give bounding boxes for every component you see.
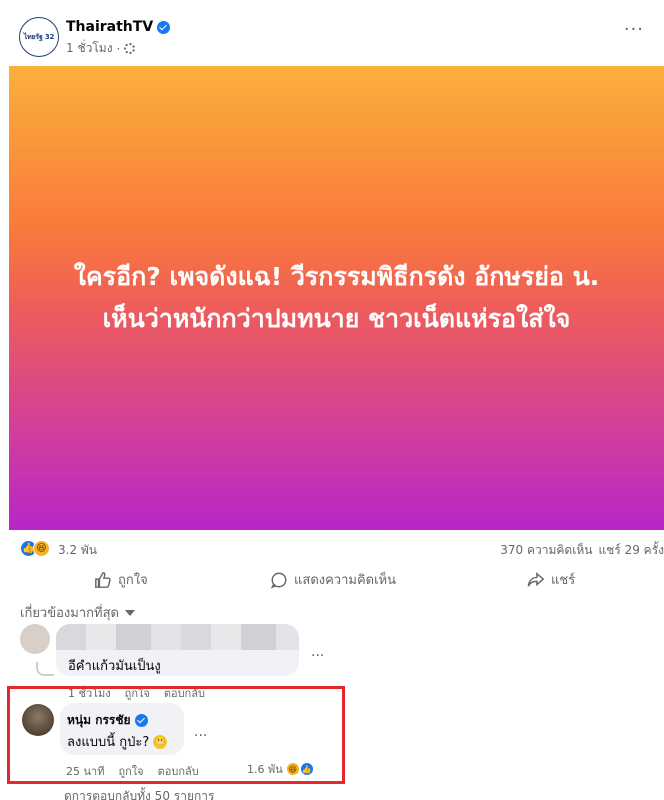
haha-reaction-icon: 😆 (33, 540, 50, 557)
comment-time[interactable]: 25 นาที (66, 762, 104, 780)
comment-sort-dropdown[interactable]: เกี่ยวข้องมากที่สุด (20, 602, 135, 623)
comment-bubble: อีคำแก้วมันเป็นงู (56, 624, 299, 676)
comment-count[interactable]: 370 ความคิดเห็น (500, 541, 592, 560)
comment-button-label: แสดงความคิดเห็น (294, 573, 397, 588)
audience-icon (124, 43, 136, 54)
comment-like-link[interactable]: ถูกใจ (118, 762, 143, 780)
verified-icon (157, 20, 171, 34)
meta-separator: · (116, 41, 121, 56)
post-meta: 1 ชั่วโมง · (66, 39, 136, 58)
chevron-down-icon (124, 609, 135, 616)
share-button[interactable]: แชร์ (527, 569, 575, 590)
like-button-label: ถูกใจ (118, 573, 148, 588)
headline-line-1: ใครอีก? เพจดังแฉ! วีรกรรมพิธีกรดัง อักษร… (73, 262, 600, 291)
post-actions: ถูกใจ แสดงความคิดเห็น แชร์ (0, 564, 664, 594)
post-stats: 👍 😆 3.2 พัน 370 ความคิดเห็น แชร์ 29 ครั้… (0, 534, 664, 564)
comment-text: อีคำแก้วมันเป็นงู (68, 659, 161, 674)
view-replies-link[interactable]: ดูการตอบกลับทั้ง 50 รายการ (64, 787, 214, 800)
comment-author-name[interactable]: หนุ่ม กรรชัย (67, 711, 131, 730)
headline-line-2: เห็นว่าหนักกว่าปมทนาย ชาวเน็ตแห่รอใส่ใจ (102, 304, 571, 333)
share-icon (527, 571, 545, 587)
like-button[interactable]: ถูกใจ (94, 569, 148, 590)
reaction-icons[interactable]: 👍 😆 (20, 540, 50, 557)
comment-avatar[interactable] (20, 624, 50, 654)
post-headline: ใครอีก? เพจดังแฉ! วีรกรรมพิธีกรดัง อักษร… (54, 256, 619, 340)
comment-icon (270, 572, 287, 589)
comment-sort-label: เกี่ยวข้องมากที่สุด (20, 606, 119, 621)
more-options-icon[interactable]: ··· (624, 21, 644, 39)
comment-button[interactable]: แสดงความคิดเห็น (270, 569, 396, 590)
comment-meta: 25 นาที ถูกใจ ตอบกลับ (66, 762, 199, 780)
page-logo: ไทยรัฐ 32 (23, 32, 55, 41)
reaction-count[interactable]: 3.2 พัน (58, 541, 97, 560)
haha-reaction-icon: 😆 (285, 762, 300, 776)
share-button-label: แชร์ (551, 573, 576, 588)
page-name-label[interactable]: ThairathTV (66, 19, 153, 35)
comment-reaction-count: 1.6 พัน (247, 763, 283, 776)
post-time[interactable]: 1 ชั่วโมง (66, 39, 113, 58)
page-name[interactable]: ThairathTV (66, 19, 171, 35)
blurred-author-name (56, 624, 299, 650)
comment-text-row: ลงแบบนี้ กูป่ะ? 😬 (67, 731, 168, 752)
post-image[interactable]: ใครอีก? เพจดังแฉ! วีรกรรมพิธีกรดัง อักษร… (9, 66, 664, 530)
post-header: ไทยรัฐ 32 ThairathTV 1 ชั่วโมง · ··· (0, 0, 664, 66)
verified-icon (134, 714, 148, 727)
comment-bubble: หนุ่ม กรรชัย ลงแบบนี้ กูป่ะ? 😬 (60, 703, 184, 755)
comment-more-icon[interactable]: ··· (311, 648, 324, 664)
comment-author[interactable]: หนุ่ม กรรชัย (67, 711, 148, 730)
comment-reply-link[interactable]: ตอบกลับ (158, 762, 199, 780)
stats-right: 370 ความคิดเห็น แชร์ 29 ครั้ง (500, 541, 664, 560)
thread-line (36, 662, 54, 676)
comment-avatar[interactable] (22, 704, 54, 736)
like-reaction-icon: 👍 (299, 762, 314, 776)
comment-more-icon[interactable]: ··· (194, 728, 207, 744)
comment-text: ลงแบบนี้ กูป่ะ? (67, 735, 150, 750)
comment-reactions[interactable]: 1.6 พัน 😆 👍 (247, 760, 314, 778)
page-avatar[interactable]: ไทยรัฐ 32 (19, 17, 59, 57)
share-count[interactable]: แชร์ 29 ครั้ง (598, 541, 664, 560)
thumbs-up-icon (95, 571, 111, 588)
grimace-emoji-icon: 😬 (153, 734, 168, 749)
